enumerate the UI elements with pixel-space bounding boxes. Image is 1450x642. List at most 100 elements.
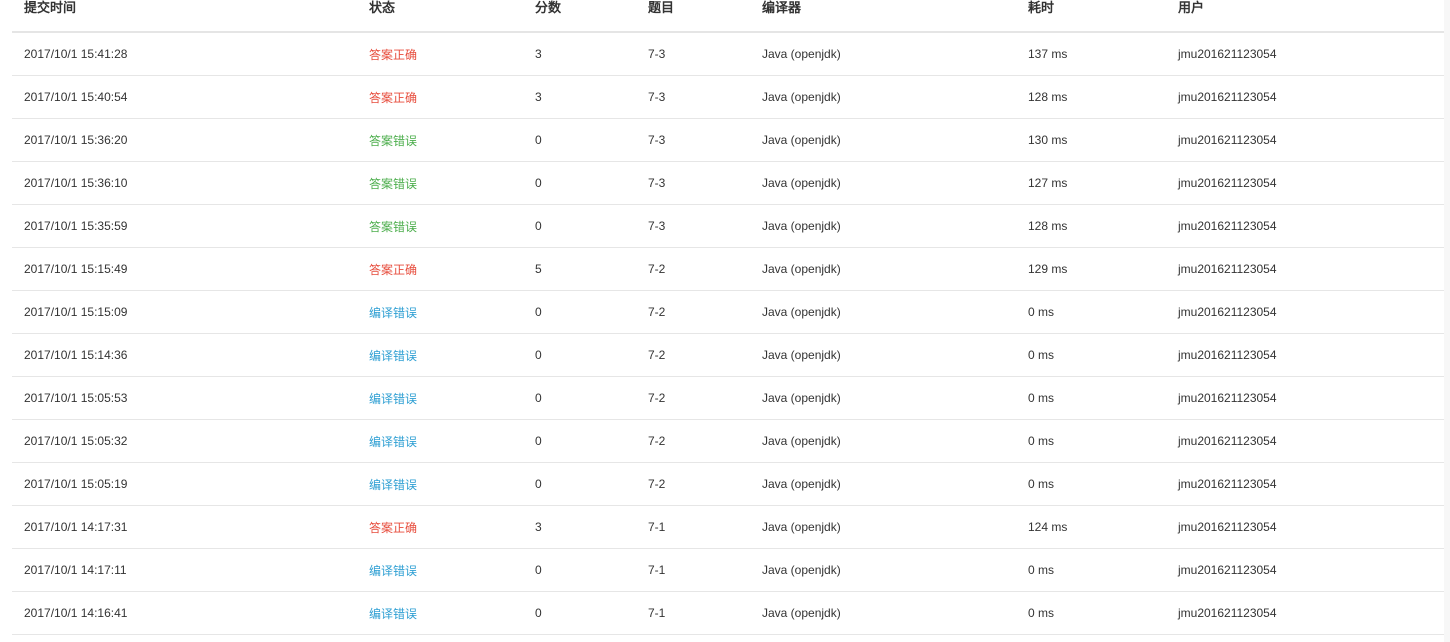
status-link[interactable]: 答案正确	[357, 247, 523, 291]
status-link[interactable]: 编译错误	[357, 376, 523, 420]
problem-link[interactable]: 7-1	[636, 505, 750, 549]
table-row: 2017/10/1 15:15:49 答案正确 5 7-2 Java (open…	[12, 247, 1450, 291]
compiler-cell: Java (openjdk)	[750, 75, 1016, 119]
score-cell: 0	[523, 419, 636, 463]
user-cell: jmu201621123054	[1166, 161, 1450, 205]
user-cell: jmu201621123054	[1166, 505, 1450, 549]
user-cell: jmu201621123054	[1166, 462, 1450, 506]
status-link[interactable]: 编译错误	[357, 462, 523, 506]
user-cell: jmu201621123054	[1166, 419, 1450, 463]
problem-link[interactable]: 7-3	[636, 161, 750, 205]
problem-link[interactable]: 7-3	[636, 32, 750, 76]
submit-time-cell: 2017/10/1 14:17:31	[12, 505, 357, 549]
compiler-cell: Java (openjdk)	[750, 161, 1016, 205]
status-link[interactable]: 编译错误	[357, 591, 523, 635]
compiler-cell: Java (openjdk)	[750, 204, 1016, 248]
user-cell: jmu201621123054	[1166, 290, 1450, 334]
elapsed-cell: 128 ms	[1016, 204, 1166, 248]
submit-time-cell: 2017/10/1 15:35:59	[12, 204, 357, 248]
problem-link[interactable]: 7-3	[636, 75, 750, 119]
compiler-cell: Java (openjdk)	[750, 591, 1016, 635]
compiler-cell: Java (openjdk)	[750, 333, 1016, 377]
problem-link[interactable]: 7-3	[636, 118, 750, 162]
table-header: 提交时间 状态 分数 题目 编译器 耗时 用户	[12, 0, 1450, 33]
compiler-cell: Java (openjdk)	[750, 118, 1016, 162]
score-cell: 0	[523, 462, 636, 506]
status-link[interactable]: 编译错误	[357, 290, 523, 334]
table-row: 2017/10/1 15:36:20 答案错误 0 7-3 Java (open…	[12, 118, 1450, 162]
submit-time-cell: 2017/10/1 15:05:19	[12, 462, 357, 506]
table-row: 2017/10/1 14:16:41 编译错误 0 7-1 Java (open…	[12, 591, 1450, 635]
header-compiler: 编译器	[750, 0, 1016, 33]
elapsed-cell: 129 ms	[1016, 247, 1166, 291]
submit-time-cell: 2017/10/1 15:36:10	[12, 161, 357, 205]
elapsed-cell: 0 ms	[1016, 376, 1166, 420]
table-row: 2017/10/1 15:40:54 答案正确 3 7-3 Java (open…	[12, 75, 1450, 119]
status-link[interactable]: 答案正确	[357, 32, 523, 76]
table-row: 2017/10/1 15:35:59 答案错误 0 7-3 Java (open…	[12, 204, 1450, 248]
submit-time-cell: 2017/10/1 15:15:49	[12, 247, 357, 291]
submit-time-cell: 2017/10/1 15:40:54	[12, 75, 357, 119]
header-row: 提交时间 状态 分数 题目 编译器 耗时 用户	[12, 0, 1450, 33]
score-cell: 0	[523, 204, 636, 248]
problem-link[interactable]: 7-1	[636, 591, 750, 635]
table-row: 2017/10/1 14:17:31 答案正确 3 7-1 Java (open…	[12, 505, 1450, 549]
problem-link[interactable]: 7-2	[636, 247, 750, 291]
header-elapsed: 耗时	[1016, 0, 1166, 33]
table-row: 2017/10/1 15:05:53 编译错误 0 7-2 Java (open…	[12, 376, 1450, 420]
compiler-cell: Java (openjdk)	[750, 32, 1016, 76]
user-cell: jmu201621123054	[1166, 591, 1450, 635]
elapsed-cell: 137 ms	[1016, 32, 1166, 76]
status-link[interactable]: 答案错误	[357, 204, 523, 248]
user-cell: jmu201621123054	[1166, 247, 1450, 291]
score-cell: 5	[523, 247, 636, 291]
status-link[interactable]: 答案错误	[357, 161, 523, 205]
table-row: 2017/10/1 15:05:32 编译错误 0 7-2 Java (open…	[12, 419, 1450, 463]
user-cell: jmu201621123054	[1166, 548, 1450, 592]
problem-link[interactable]: 7-3	[636, 204, 750, 248]
score-cell: 3	[523, 505, 636, 549]
compiler-cell: Java (openjdk)	[750, 247, 1016, 291]
score-cell: 0	[523, 333, 636, 377]
submissions-table-container: 提交时间 状态 分数 题目 编译器 耗时 用户 2017/10/1 15:41:…	[12, 0, 1450, 642]
status-link[interactable]: 答案正确	[357, 505, 523, 549]
vertical-scrollbar[interactable]	[1444, 0, 1450, 642]
table-row: 2017/10/1 15:15:09 编译错误 0 7-2 Java (open…	[12, 290, 1450, 334]
submit-time-cell: 2017/10/1 15:36:20	[12, 118, 357, 162]
submit-time-cell: 2017/10/1 15:05:32	[12, 419, 357, 463]
elapsed-cell: 128 ms	[1016, 75, 1166, 119]
score-cell: 0	[523, 376, 636, 420]
table-row: 2017/10/1 15:05:19 编译错误 0 7-2 Java (open…	[12, 462, 1450, 506]
submit-time-cell: 2017/10/1 15:05:53	[12, 376, 357, 420]
status-link[interactable]: 编译错误	[357, 419, 523, 463]
submissions-table: 提交时间 状态 分数 题目 编译器 耗时 用户 2017/10/1 15:41:…	[12, 0, 1450, 635]
problem-link[interactable]: 7-2	[636, 290, 750, 334]
problem-link[interactable]: 7-2	[636, 333, 750, 377]
elapsed-cell: 130 ms	[1016, 118, 1166, 162]
compiler-cell: Java (openjdk)	[750, 419, 1016, 463]
problem-link[interactable]: 7-2	[636, 376, 750, 420]
header-score: 分数	[523, 0, 636, 33]
problem-link[interactable]: 7-2	[636, 462, 750, 506]
status-link[interactable]: 编译错误	[357, 333, 523, 377]
header-problem: 题目	[636, 0, 750, 33]
status-link[interactable]: 答案错误	[357, 118, 523, 162]
score-cell: 3	[523, 75, 636, 119]
problem-link[interactable]: 7-1	[636, 548, 750, 592]
elapsed-cell: 0 ms	[1016, 290, 1166, 334]
score-cell: 0	[523, 161, 636, 205]
score-cell: 0	[523, 591, 636, 635]
header-user: 用户	[1166, 0, 1450, 33]
compiler-cell: Java (openjdk)	[750, 462, 1016, 506]
status-link[interactable]: 答案正确	[357, 75, 523, 119]
user-cell: jmu201621123054	[1166, 75, 1450, 119]
elapsed-cell: 127 ms	[1016, 161, 1166, 205]
submit-time-cell: 2017/10/1 15:14:36	[12, 333, 357, 377]
status-link[interactable]: 编译错误	[357, 548, 523, 592]
user-cell: jmu201621123054	[1166, 204, 1450, 248]
problem-link[interactable]: 7-2	[636, 419, 750, 463]
table-row: 2017/10/1 15:14:36 编译错误 0 7-2 Java (open…	[12, 333, 1450, 377]
compiler-cell: Java (openjdk)	[750, 290, 1016, 334]
user-cell: jmu201621123054	[1166, 32, 1450, 76]
table-row: 2017/10/1 15:36:10 答案错误 0 7-3 Java (open…	[12, 161, 1450, 205]
